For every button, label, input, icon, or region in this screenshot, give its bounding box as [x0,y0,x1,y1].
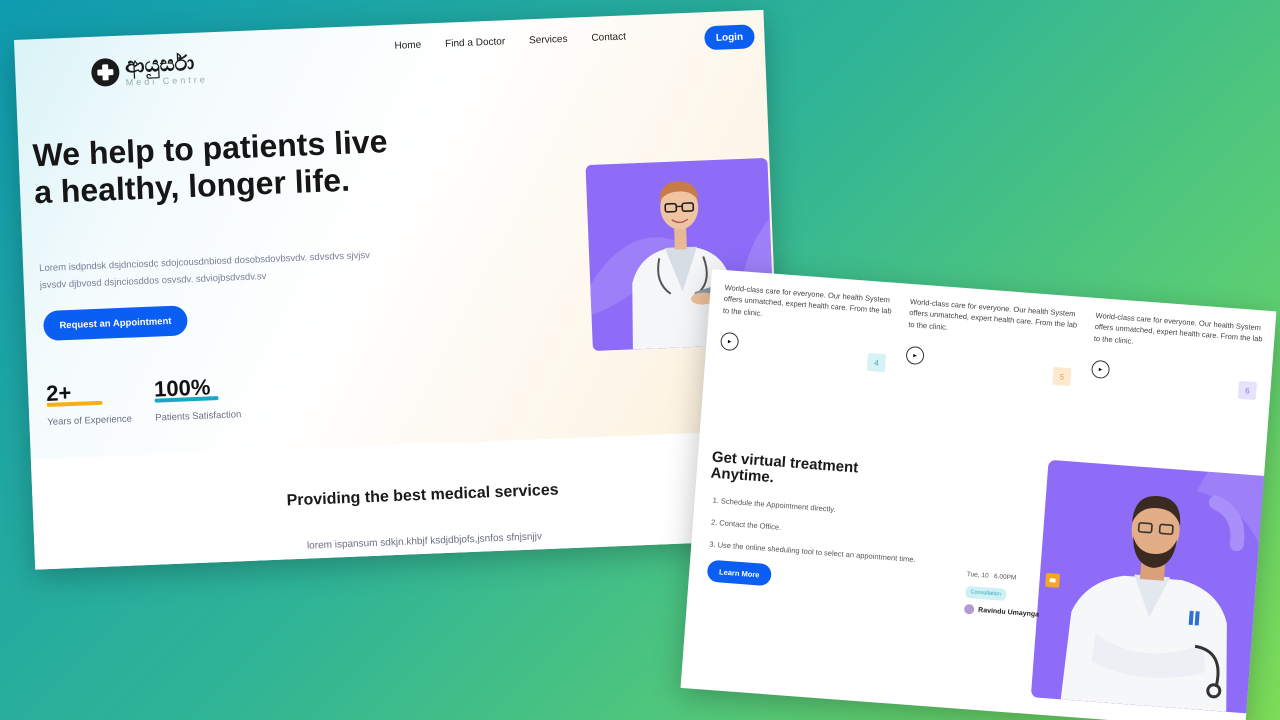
stat-value: 100% [153,374,211,402]
login-button[interactable]: Login [704,24,755,51]
step-item: 3. Use the online sheduling tool to sele… [709,539,916,565]
stat-value: 2+ [45,379,72,406]
play-icon[interactable]: ▸ [905,345,925,365]
feature-card: World-class care for everyone. Our healt… [719,282,897,373]
feature-text: World-class care for everyone. Our healt… [722,283,892,318]
feature-card: World-class care for everyone. Our healt… [1090,310,1268,401]
avatar [963,603,975,615]
feature-text: World-class care for everyone. Our healt… [1093,310,1263,346]
feature-card: World-class care for everyone. Our healt… [905,296,1082,387]
appointment-date: Tue, 10 [966,570,989,580]
feature-number: 5 [1052,366,1072,387]
feature-number: 4 [866,352,887,373]
play-icon[interactable]: ▸ [1090,359,1111,379]
step-item: 1. Schedule the Appointment directly. [712,495,836,514]
doctor-photo [1030,459,1271,714]
nav-find-doctor[interactable]: Find a Doctor [445,36,505,49]
virtual-treatment-title: Get virtual treatment Anytime. [710,449,859,492]
main-nav: Home Find a Doctor Services Contact [394,31,626,51]
step-item: 2. Contact the Office. [710,517,782,532]
nav-services[interactable]: Services [529,34,568,47]
nav-contact[interactable]: Contact [591,31,626,43]
consultation-badge: Consultation [965,585,1007,601]
feature-text: World-class care for everyone. Our healt… [908,296,1078,332]
medical-cross-icon [90,57,120,87]
play-icon[interactable]: ▸ [719,331,740,351]
stat-label: Patients Satisfaction [155,409,242,424]
stat-label: Years of Experience [47,413,133,428]
appointment-card: Tue, 10 6.00PM Consultation Ravindu Umay… [963,570,1067,621]
feature-number: 6 [1237,380,1258,401]
nav-home[interactable]: Home [394,40,421,52]
learn-more-button[interactable]: Learn More [706,559,773,587]
appointment-time: 6.00PM [993,573,1017,582]
logo-subtitle: Medi Centre [125,74,208,88]
request-appointment-button[interactable]: Request an Appointment [42,305,188,342]
hero-description: Lorem isdpndsk dsjdnciosdc sdojcousdnbio… [38,249,371,291]
doctor-name: Ravindu Umaynga [977,606,1040,618]
brand-logo[interactable]: ආයුර්සා Medi Centre [90,50,208,89]
hero-title: We help to patients live a healthy, long… [31,123,389,211]
logo-title: ආයුර්සා [124,50,195,78]
landing-page-screenshot: ආයුර්සා Medi Centre Home Find a Doctor S… [14,9,785,570]
doctor-illustration [1060,471,1271,712]
stat-experience: 2+ Years of Experience [46,378,133,428]
doctor-entry: Ravindu Umaynga [963,603,1064,621]
stat-satisfaction: 100% Patients Satisfaction [154,373,242,423]
virtual-treatment-screenshot: World-class care for everyone. Our healt… [680,269,1277,720]
